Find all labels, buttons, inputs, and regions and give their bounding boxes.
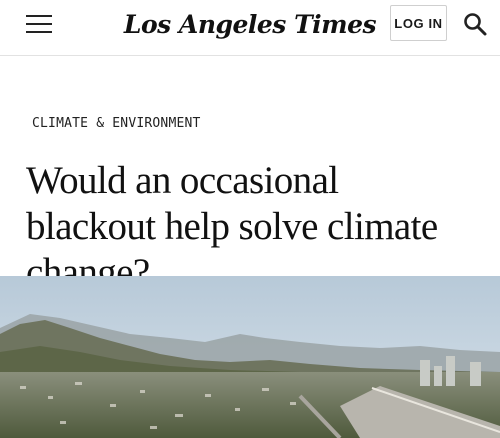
top-navigation-bar: Los Angeles Times LOG IN xyxy=(0,0,500,56)
hero-image xyxy=(0,276,500,438)
section-link[interactable]: CLIMATE & ENVIRONMENT xyxy=(32,116,201,131)
menu-button[interactable] xyxy=(25,12,53,36)
hamburger-menu-icon xyxy=(26,15,52,33)
site-logo[interactable]: Los Angeles Times xyxy=(100,6,400,42)
search-button[interactable] xyxy=(462,11,488,37)
login-button[interactable]: LOG IN xyxy=(390,5,447,41)
search-icon xyxy=(464,13,487,36)
